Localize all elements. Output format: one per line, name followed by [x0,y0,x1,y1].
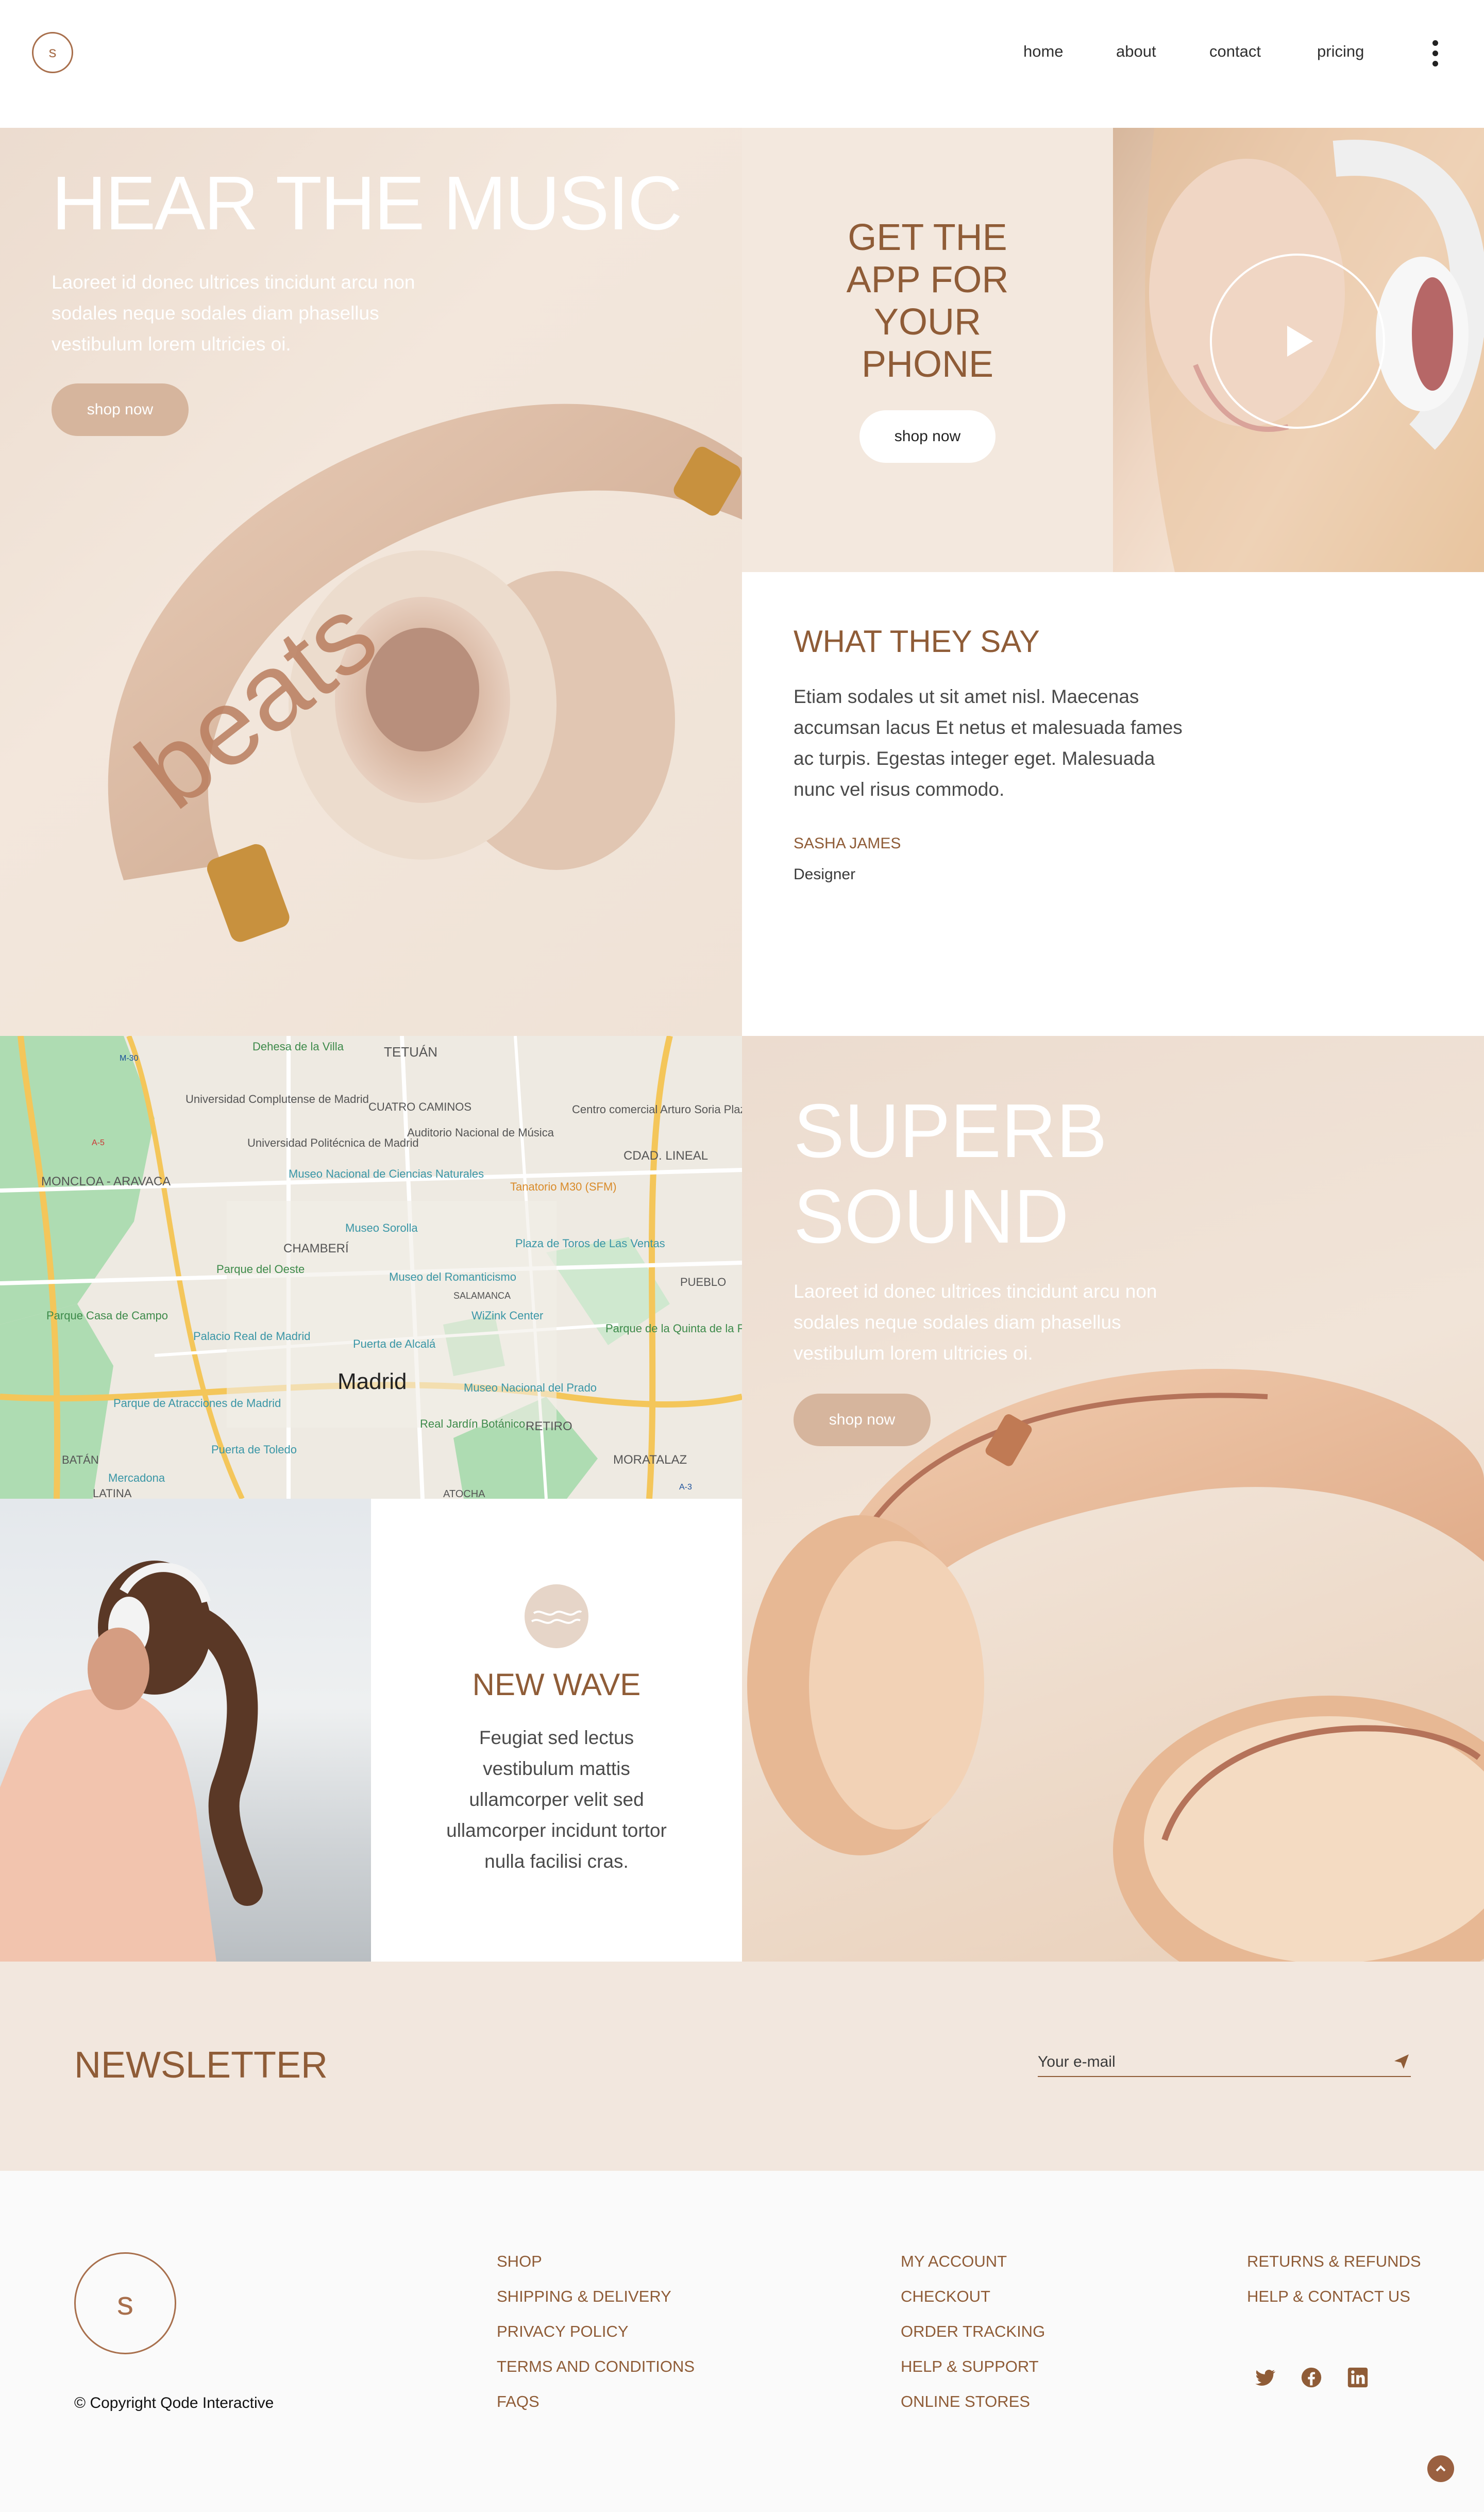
map-label: Museo Sorolla [345,1221,418,1234]
facebook-icon[interactable] [1300,2366,1323,2389]
site-logo[interactable]: s [32,32,73,73]
map-label: Real Jardín Botánico [420,1417,525,1430]
app-title-line: YOUR [873,302,982,343]
hero-description: Laoreet id donec ultrices tincidunt arcu… [52,272,415,355]
app-title-line: GET THE [848,217,1007,258]
map-label: TETUÁN [384,1044,437,1060]
app-title-line: PHONE [861,344,994,385]
footer-link-my-account[interactable]: MY ACCOUNT [901,2252,1007,2271]
map-label: Parque Casa de Campo [46,1309,168,1322]
testimonial-title: WHAT THEY SAY [794,624,1040,659]
nav-pricing[interactable]: pricing [1317,42,1364,61]
superb-shop-now-button[interactable]: shop now [794,1394,931,1446]
new-wave-description: Feugiat sed lectus vestibulum mattis ull… [446,1727,667,1872]
footer-link-help-support[interactable]: HELP & SUPPORT [901,2357,1039,2376]
footer-link-privacy[interactable]: PRIVACY POLICY [497,2322,629,2341]
footer-link-returns[interactable]: RETURNS & REFUNDS [1247,2252,1421,2271]
linkedin-icon[interactable] [1346,2366,1370,2389]
logo-letter: s [117,2285,133,2322]
nav-contact[interactable]: contact [1209,42,1261,61]
map-label: SALAMANCA [453,1291,511,1301]
newsletter-email-placeholder: Your e-mail [1038,2053,1116,2070]
footer-link-shipping[interactable]: SHIPPING & DELIVERY [497,2287,671,2306]
testimonial-author: SASHA JAMES [794,835,901,852]
footer-link-checkout[interactable]: CHECKOUT [901,2287,990,2306]
map-label: Universidad Politécnica de Madrid [247,1136,419,1149]
app-title-line: APP FOR [846,259,1009,300]
hero-panel: beats [0,128,742,1036]
map-label: Museo del Romanticismo [389,1270,516,1283]
madrid-map[interactable]: TETUÁN Dehesa de la Villa Universidad Co… [0,1036,742,1499]
hero-title: HEAR THE MUSIC [52,161,683,246]
chevron-up-icon [1436,2465,1446,2472]
map-label: Parque del Oeste [216,1263,305,1276]
map-label: PUEBLO [680,1276,726,1288]
map-label: ATOCHA [443,1488,485,1499]
map-label: CDAD. LINEAL [623,1149,708,1163]
map-city: Madrid [338,1369,407,1394]
map-label: CHAMBERÍ [283,1242,349,1255]
footer-link-help-contact[interactable]: HELP & CONTACT US [1247,2287,1410,2306]
nav-about[interactable]: about [1116,42,1156,61]
map-label: Dehesa de la Villa [252,1040,344,1053]
map-label: Tanatorio M30 (SFM) [510,1180,617,1193]
map-label: RETIRO [526,1419,572,1433]
footer-link-faqs[interactable]: FAQS [497,2392,539,2411]
woman-running-image [0,1561,263,1962]
map-road-label: M-30 [120,1054,139,1063]
app-shop-now-button[interactable]: shop now [859,410,996,463]
footer-logo[interactable]: s [74,2252,176,2354]
testimonial-role: Designer [794,866,856,883]
map-label: Palacio Real de Madrid [193,1330,310,1343]
testimonial-text: Etiam sodales ut sit amet nisl. Maecenas… [794,686,1183,800]
nav-home[interactable]: home [1023,42,1064,61]
map-label: Parque de la Quinta de la Fuente del Ber… [605,1322,742,1335]
video-play-button[interactable] [1210,254,1385,429]
headphones-image: beats [108,404,742,942]
map-label: MONCLOA - ARAVACA [41,1175,171,1188]
hero-shop-now-button[interactable]: shop now [52,383,189,436]
map-panel[interactable]: TETUÁN Dehesa de la Villa Universidad Co… [0,1036,742,1499]
map-label: Puerta de Toledo [211,1443,297,1456]
new-wave-title: NEW WAVE [472,1667,641,1702]
map-label: Museo Nacional del Prado [464,1381,597,1394]
twitter-icon[interactable] [1253,2366,1277,2389]
superb-sound-description: Laoreet id donec ultrices tincidunt arcu… [794,1281,1157,1364]
map-label: Centro comercial Arturo Soria Plaza [572,1103,742,1116]
newsletter-title: NEWSLETTER [74,2045,328,2086]
map-label: LATINA [93,1487,132,1499]
footer-link-shop[interactable]: SHOP [497,2252,542,2271]
footer-link-order-tracking[interactable]: ORDER TRACKING [901,2322,1045,2341]
map-label: MORATALAZ [613,1453,687,1467]
wave-icon [525,1584,588,1648]
map-label: WiZink Center [471,1309,543,1322]
map-road-label: A-5 [92,1138,105,1147]
map-label: Plaza de Toros de Las Ventas [515,1237,665,1250]
map-label: BATÁN [62,1453,99,1466]
site-header [0,0,1484,128]
map-label: Universidad Complutense de Madrid [185,1093,369,1106]
copyright-text: © Copyright Qode Interactive [74,2394,274,2411]
back-to-top-button[interactable] [1427,2455,1454,2482]
map-label: Mercadona [108,1471,165,1484]
map-label: Puerta de Alcalá [353,1337,436,1350]
site-footer [0,2171,1484,2512]
map-road-label: A-3 [679,1483,692,1492]
map-label: Parque de Atracciones de Madrid [113,1397,281,1410]
play-icon [1287,326,1313,357]
footer-link-online-stores[interactable]: ONLINE STORES [901,2392,1030,2411]
menu-more-icon[interactable] [1424,38,1445,69]
superb-sound-title: SUPERB SOUND [794,1088,1107,1260]
logo-letter: s [48,44,57,61]
runner-image-panel [0,1499,371,1962]
map-label: Auditorio Nacional de Música [407,1126,554,1139]
app-promo-title: GET THE APP FOR YOUR PHONE [742,216,1113,386]
map-label: Museo Nacional de Ciencias Naturales [289,1167,484,1180]
send-icon[interactable] [1392,2052,1411,2071]
map-label: CUATRO CAMINOS [368,1100,471,1113]
superb-title-line: SOUND [794,1174,1069,1259]
superb-title-line: SUPERB [794,1088,1107,1174]
footer-link-terms[interactable]: TERMS AND CONDITIONS [497,2357,695,2376]
